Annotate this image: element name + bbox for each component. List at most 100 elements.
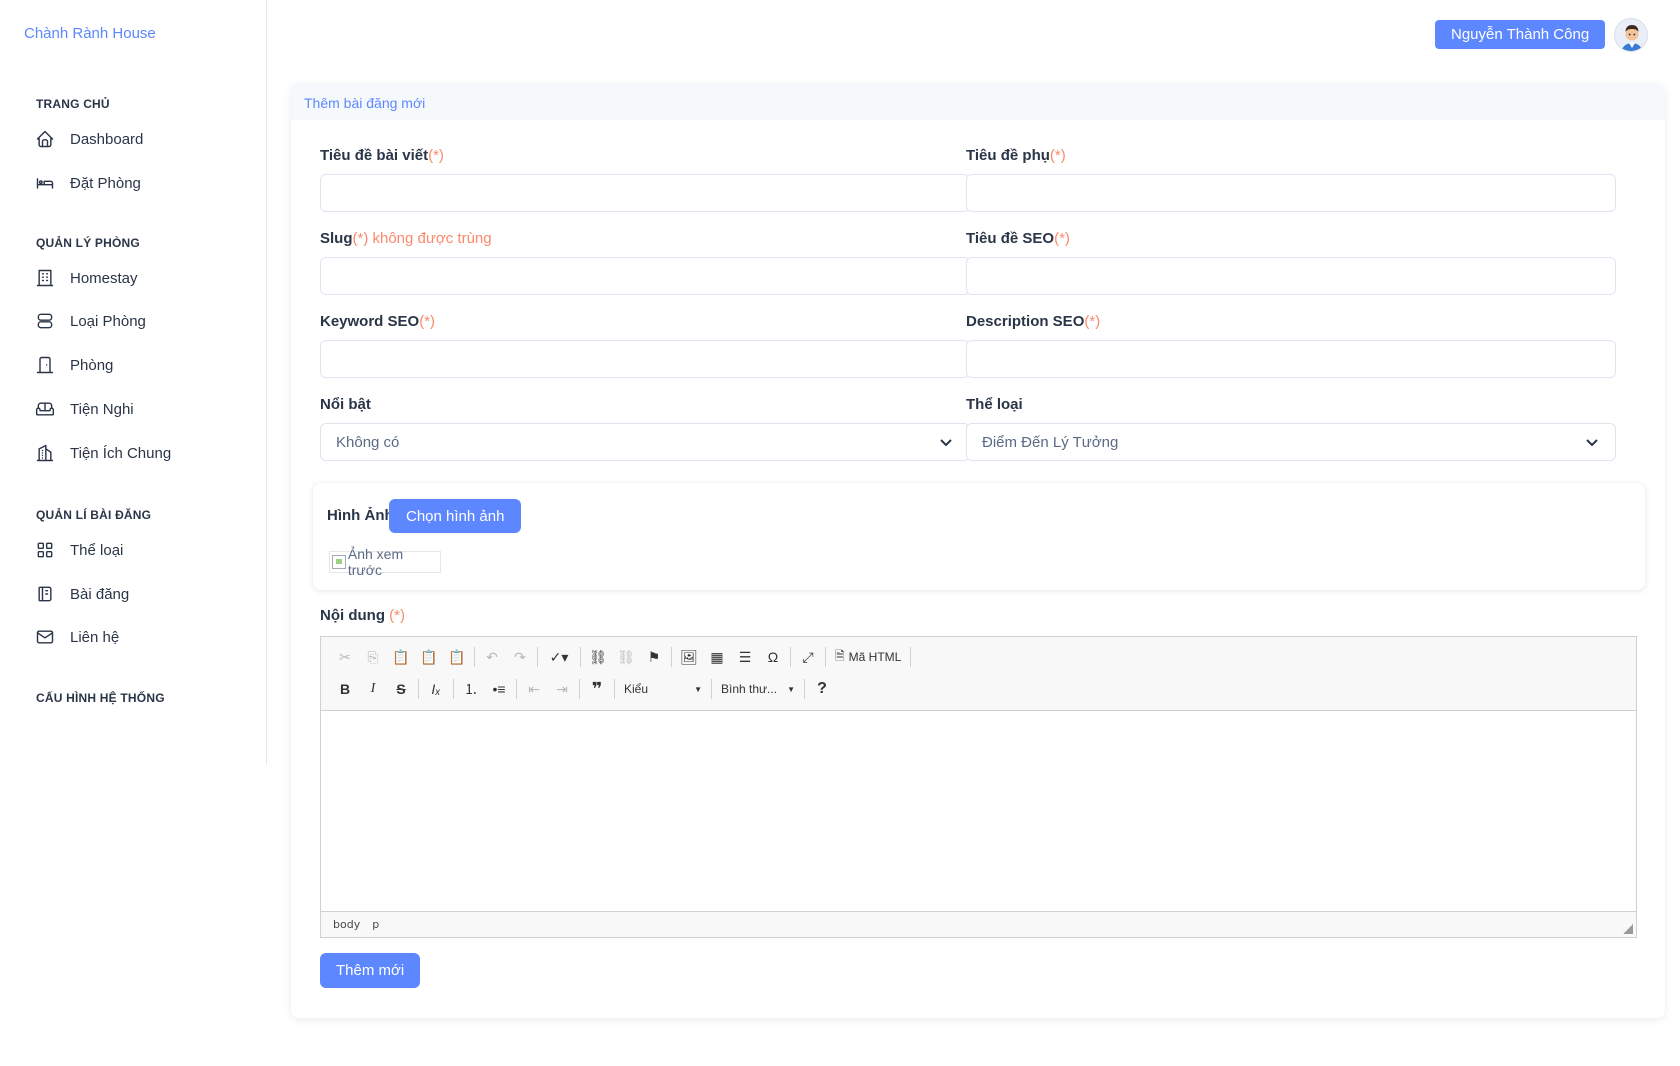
slug-input[interactable] bbox=[320, 257, 970, 295]
title-input[interactable] bbox=[320, 174, 970, 212]
special-char-icon[interactable]: Ω bbox=[759, 644, 787, 670]
buildings-icon bbox=[34, 442, 56, 464]
add-post-card: Thêm bài đăng mới Tiêu đề bài viết(*) Ti… bbox=[291, 83, 1665, 1018]
sidebar-item-bai-dang[interactable]: Bài đăng bbox=[34, 580, 129, 608]
keyword-seo-label: Keyword SEO(*) bbox=[320, 313, 436, 330]
sidebar-item-tien-ich-chung[interactable]: Tiện Ích Chung bbox=[34, 439, 171, 467]
category-icon bbox=[34, 539, 56, 561]
undo-icon[interactable]: ↶ bbox=[478, 644, 506, 670]
seo-title-label: Tiêu đề SEO(*) bbox=[966, 230, 1070, 247]
sidebar-item-dat-phong[interactable]: Đặt Phòng bbox=[34, 169, 141, 197]
user-avatar[interactable] bbox=[1614, 18, 1648, 52]
status-path-p[interactable]: p bbox=[372, 918, 379, 931]
unlink-icon[interactable]: ⛓ bbox=[612, 644, 640, 670]
sidebar-item-dashboard[interactable]: Dashboard bbox=[34, 125, 143, 153]
featured-label: Nổi bật bbox=[320, 396, 371, 413]
spellcheck-icon[interactable]: ✓▾ bbox=[541, 644, 577, 670]
seo-title-input[interactable] bbox=[966, 257, 1616, 295]
rich-text-editor: ✂ ⎘ 📋 📋 📋 ↶ ↷ ✓▾ ⛓ ⛓ ⚑ 🖼 ▦ ☰ Ω ⤢ 🗎 Mã HT… bbox=[320, 636, 1637, 938]
maximize-icon[interactable]: ⤢ bbox=[794, 644, 822, 670]
keyword-seo-input[interactable] bbox=[320, 340, 970, 378]
sidebar-item-label: Homestay bbox=[70, 269, 138, 287]
style-combo[interactable]: Kiểu ▼ bbox=[618, 676, 708, 702]
mail-icon bbox=[34, 626, 56, 648]
sidebar-item-phong[interactable]: Phòng bbox=[34, 351, 113, 379]
numbered-list-icon[interactable]: ⒈ bbox=[457, 676, 485, 702]
sidebar-item-label: Liên hệ bbox=[70, 628, 120, 646]
blockquote-icon[interactable]: ❞ bbox=[583, 676, 611, 702]
cut-icon[interactable]: ✂ bbox=[331, 644, 359, 670]
italic-icon[interactable]: I bbox=[359, 676, 387, 702]
help-icon[interactable]: ? bbox=[808, 676, 836, 702]
paste-icon[interactable]: 📋 bbox=[387, 644, 415, 670]
submit-button[interactable]: Thêm mới bbox=[320, 953, 421, 988]
server-icon bbox=[34, 310, 56, 332]
resize-handle-icon[interactable] bbox=[1623, 924, 1633, 934]
notebook-icon bbox=[34, 583, 56, 605]
home-icon bbox=[34, 128, 56, 150]
featured-select[interactable]: Không có bbox=[320, 423, 970, 461]
horizontal-line-icon[interactable]: ☰ bbox=[731, 644, 759, 670]
bed-icon bbox=[34, 172, 56, 194]
sidebar-item-label: Đặt Phòng bbox=[70, 174, 141, 192]
sidebar-item-label: Dashboard bbox=[70, 130, 144, 148]
section-quan-li-bai-dang: QUẢN LÍ BÀI ĐĂNG bbox=[36, 508, 152, 522]
sidebar-item-lien-he[interactable]: Liên hệ bbox=[34, 623, 119, 651]
subtitle-input[interactable] bbox=[966, 174, 1616, 212]
sidebar-item-loai-phong[interactable]: Loại Phòng bbox=[34, 307, 146, 335]
indent-icon[interactable]: ⇥ bbox=[548, 676, 576, 702]
sidebar-item-label: Tiện Ích Chung bbox=[70, 444, 172, 462]
description-seo-label: Description SEO(*) bbox=[966, 313, 1101, 330]
sidebar: Chành Rành House TRANG CHỦ Dashboard Đặt… bbox=[0, 0, 267, 765]
image-label: Hình Ảnh bbox=[327, 507, 394, 524]
format-combo[interactable]: Bình thư... ▼ bbox=[715, 676, 801, 702]
sidebar-item-label: Phòng bbox=[70, 356, 114, 374]
sidebar-item-tien-nghi[interactable]: Tiện Nghi bbox=[34, 395, 134, 423]
table-icon[interactable]: ▦ bbox=[703, 644, 731, 670]
category-select[interactable]: Điểm Đến Lý Tưởng bbox=[966, 423, 1616, 461]
category-label: Thể loại bbox=[966, 396, 1023, 413]
section-trang-chu: TRANG CHỦ bbox=[36, 97, 110, 111]
category-selected-value: Điểm Đến Lý Tưởng bbox=[982, 433, 1119, 451]
choose-image-button[interactable]: Chọn hình ảnh bbox=[389, 499, 522, 533]
subtitle-label: Tiêu đề phụ(*) bbox=[966, 147, 1066, 164]
section-cau-hinh-he-thong[interactable]: CẤU HÌNH HỆ THỐNG bbox=[36, 691, 165, 705]
toolbar-row-1: ✂ ⎘ 📋 📋 📋 ↶ ↷ ✓▾ ⛓ ⛓ ⚑ 🖼 ▦ ☰ Ω ⤢ 🗎 Mã HT… bbox=[331, 641, 1626, 673]
sidebar-item-the-loai[interactable]: Thể loại bbox=[34, 536, 123, 564]
chevron-down-icon bbox=[940, 439, 952, 447]
toolbar-row-2: B I S Iₓ ⒈ •≡ ⇤ ⇥ ❞ Kiểu ▼ Bình thư... ▼ ? bbox=[331, 673, 1626, 705]
sidebar-item-homestay[interactable]: Homestay bbox=[34, 264, 138, 292]
card-title: Thêm bài đăng mới bbox=[291, 83, 1665, 120]
redo-icon[interactable]: ↷ bbox=[506, 644, 534, 670]
image-preview-alt: Ảnh xem trước bbox=[347, 546, 404, 578]
status-path-body[interactable]: body bbox=[333, 918, 360, 931]
image-upload-box: Hình Ảnh Chọn hình ảnh Ảnh xem trước bbox=[313, 483, 1645, 590]
editor-content-area[interactable] bbox=[321, 711, 1636, 911]
sidebar-item-label: Bài đăng bbox=[70, 585, 130, 603]
title-label: Tiêu đề bài viết(*) bbox=[320, 147, 444, 164]
remove-format-icon[interactable]: Iₓ bbox=[422, 676, 450, 702]
sidebar-item-label: Thể loại bbox=[70, 541, 124, 559]
sofa-icon bbox=[34, 398, 56, 420]
image-preview: Ảnh xem trước bbox=[329, 546, 441, 578]
section-quan-ly-phong: QUẢN LÝ PHÒNG bbox=[36, 236, 140, 250]
paste-text-icon[interactable]: 📋 bbox=[415, 644, 443, 670]
broken-image-icon bbox=[332, 555, 346, 569]
user-menu-button[interactable]: Nguyễn Thành Công bbox=[1435, 20, 1606, 49]
image-icon[interactable]: 🖼 bbox=[675, 644, 703, 670]
outdent-icon[interactable]: ⇤ bbox=[520, 676, 548, 702]
anchor-flag-icon[interactable]: ⚑ bbox=[640, 644, 668, 670]
copy-icon[interactable]: ⎘ bbox=[359, 644, 387, 670]
link-icon[interactable]: ⛓ bbox=[584, 644, 612, 670]
editor-status-bar: body p bbox=[321, 911, 1636, 937]
description-seo-input[interactable] bbox=[966, 340, 1616, 378]
paste-word-icon[interactable]: 📋 bbox=[443, 644, 471, 670]
bulleted-list-icon[interactable]: •≡ bbox=[485, 676, 513, 702]
source-html-button[interactable]: 🗎 Mã HTML bbox=[829, 644, 907, 670]
sidebar-item-label: Tiện Nghi bbox=[70, 400, 134, 418]
content-label: Nội dung (*) bbox=[320, 607, 405, 624]
strikethrough-icon[interactable]: S bbox=[387, 676, 415, 702]
brand-logo[interactable]: Chành Rành House bbox=[24, 25, 156, 42]
slug-label: Slug(*) không được trùng bbox=[320, 230, 492, 247]
bold-icon[interactable]: B bbox=[331, 676, 359, 702]
